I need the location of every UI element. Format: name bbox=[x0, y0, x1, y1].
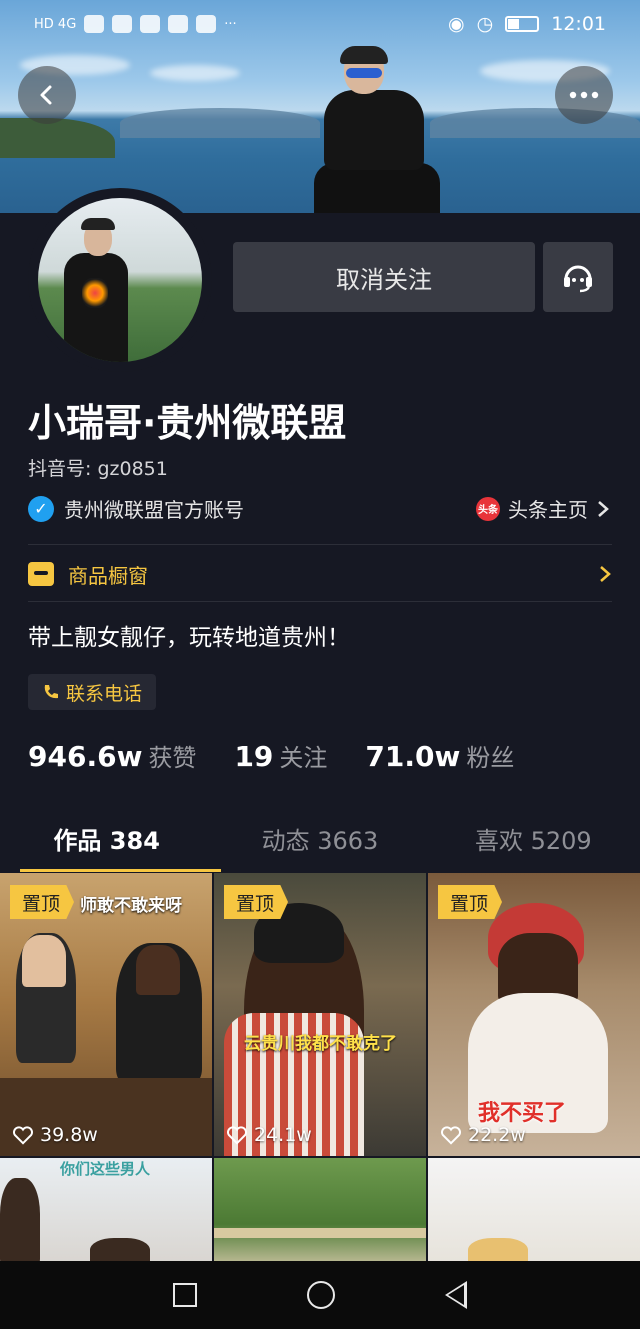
avatar[interactable] bbox=[28, 188, 212, 372]
headset-icon bbox=[564, 265, 592, 293]
contact-phone-label: 联系电话 bbox=[65, 682, 142, 705]
video-caption: 我不买了 bbox=[478, 1101, 567, 1126]
video-caption: 师敢不敢来呀 bbox=[80, 896, 182, 916]
video-caption: 云贵川我都不敢克了 bbox=[244, 1034, 397, 1054]
followers-stat[interactable]: 71.0w 粉丝 bbox=[365, 738, 514, 773]
stat-label: 粉丝 bbox=[466, 744, 515, 772]
back-nav-icon[interactable] bbox=[445, 1281, 467, 1309]
more-notifications-icon: ··· bbox=[224, 16, 237, 32]
heart-icon bbox=[441, 1126, 461, 1145]
video-likes: 24.1w bbox=[226, 1124, 312, 1146]
tiktok-icon bbox=[140, 15, 161, 33]
more-dots-icon bbox=[569, 91, 599, 99]
qq-icon bbox=[84, 15, 105, 33]
shop-label: 商品橱窗 bbox=[68, 563, 148, 588]
cover-person bbox=[310, 46, 450, 213]
home-icon[interactable] bbox=[307, 1281, 335, 1309]
network-indicator: HD 4G bbox=[34, 16, 77, 32]
stats-row: 946.6w 获赞 19 关注 71.0w 粉丝 bbox=[28, 738, 514, 773]
stat-number: 19 bbox=[234, 740, 274, 773]
video-thumbnail[interactable] bbox=[214, 1158, 426, 1268]
toutiao-link-label: 头条主页 bbox=[508, 498, 588, 522]
contact-phone-button[interactable]: 联系电话 bbox=[28, 674, 156, 710]
pinned-badge: 置顶 bbox=[224, 885, 289, 919]
divider bbox=[28, 544, 612, 545]
phone-icon bbox=[44, 685, 58, 699]
likes-count: 22.2w bbox=[468, 1124, 526, 1146]
following-stat[interactable]: 19 关注 bbox=[234, 738, 327, 773]
stat-number: 71.0w bbox=[365, 740, 461, 773]
shop-icon bbox=[28, 562, 54, 586]
chevron-right-icon bbox=[598, 500, 609, 517]
toutiao-homepage-link[interactable]: 头条 头条主页 bbox=[476, 494, 610, 523]
pinned-badge: 置顶 bbox=[438, 885, 503, 919]
likes-count: 24.1w bbox=[254, 1124, 312, 1146]
douyin-id: 抖音号: gz0851 bbox=[28, 458, 168, 480]
app-icon bbox=[112, 15, 133, 33]
bio: 带上靓女靓仔，玩转地道贵州！ bbox=[28, 625, 350, 651]
heart-icon bbox=[13, 1126, 33, 1145]
video-likes: 39.8w bbox=[12, 1124, 98, 1146]
tab-posts[interactable]: 动态 3663 bbox=[213, 804, 426, 872]
battery-icon bbox=[505, 16, 540, 32]
stat-label: 关注 bbox=[279, 744, 328, 772]
eye-icon: ◉ bbox=[448, 13, 465, 35]
stat-label: 获赞 bbox=[148, 744, 197, 772]
chevron-right-icon bbox=[600, 566, 611, 582]
pinned-badge: 置顶 bbox=[10, 885, 75, 919]
tab-works[interactable]: 作品 384 bbox=[0, 804, 222, 872]
video-thumbnail[interactable]: 云贵川我都不敢克了 置顶 24.1w bbox=[214, 873, 426, 1156]
back-button[interactable] bbox=[18, 66, 76, 124]
video-grid: 师敢不敢来呀 置顶 39.8w 云贵川我都不敢克了 置顶 24.1w 我不买了 … bbox=[0, 873, 640, 1268]
stat-number: 946.6w bbox=[28, 740, 143, 773]
video-caption: 你们这些男人 bbox=[60, 1160, 151, 1178]
video-app-icon bbox=[168, 15, 189, 33]
profile-name: 小瑞哥·贵州微联盟 bbox=[28, 401, 347, 445]
likes-count: 39.8w bbox=[40, 1124, 98, 1146]
heart-icon bbox=[227, 1126, 247, 1145]
alarm-icon: ◷ bbox=[476, 13, 494, 35]
toutiao-icon: 头条 bbox=[476, 496, 500, 521]
content-tabs: 作品 384 动态 3663 喜欢 5209 bbox=[0, 804, 640, 872]
status-bar: HD 4G ··· ◉ ◷ 12:01 bbox=[0, 0, 640, 48]
tab-likes[interactable]: 喜欢 5209 bbox=[427, 804, 640, 872]
unfollow-button[interactable]: 取消关注 bbox=[233, 242, 535, 312]
chevron-left-icon bbox=[40, 85, 52, 105]
divider bbox=[28, 601, 612, 602]
system-nav-bar bbox=[0, 1261, 640, 1329]
message-button[interactable] bbox=[543, 242, 613, 312]
shop-window-row[interactable]: 商品橱窗 bbox=[28, 556, 612, 592]
clock: 12:01 bbox=[551, 13, 606, 35]
likes-stat: 946.6w 获赞 bbox=[28, 738, 196, 773]
video-thumbnail[interactable]: 师敢不敢来呀 置顶 39.8w bbox=[0, 873, 212, 1156]
video-thumbnail[interactable]: 你们这些男人 bbox=[0, 1158, 212, 1268]
app-icon bbox=[196, 15, 217, 33]
video-thumbnail[interactable]: 我不买了 置顶 22.2w bbox=[428, 873, 640, 1156]
video-thumbnail[interactable] bbox=[428, 1158, 640, 1268]
verified-text: 贵州微联盟官方账号 bbox=[64, 498, 244, 522]
recent-apps-icon[interactable] bbox=[173, 1283, 197, 1307]
verified-badge-icon: ✓ bbox=[28, 495, 54, 522]
video-likes: 22.2w bbox=[440, 1124, 526, 1146]
verified-row: ✓ 贵州微联盟官方账号 bbox=[28, 494, 244, 523]
more-button[interactable] bbox=[555, 66, 613, 124]
